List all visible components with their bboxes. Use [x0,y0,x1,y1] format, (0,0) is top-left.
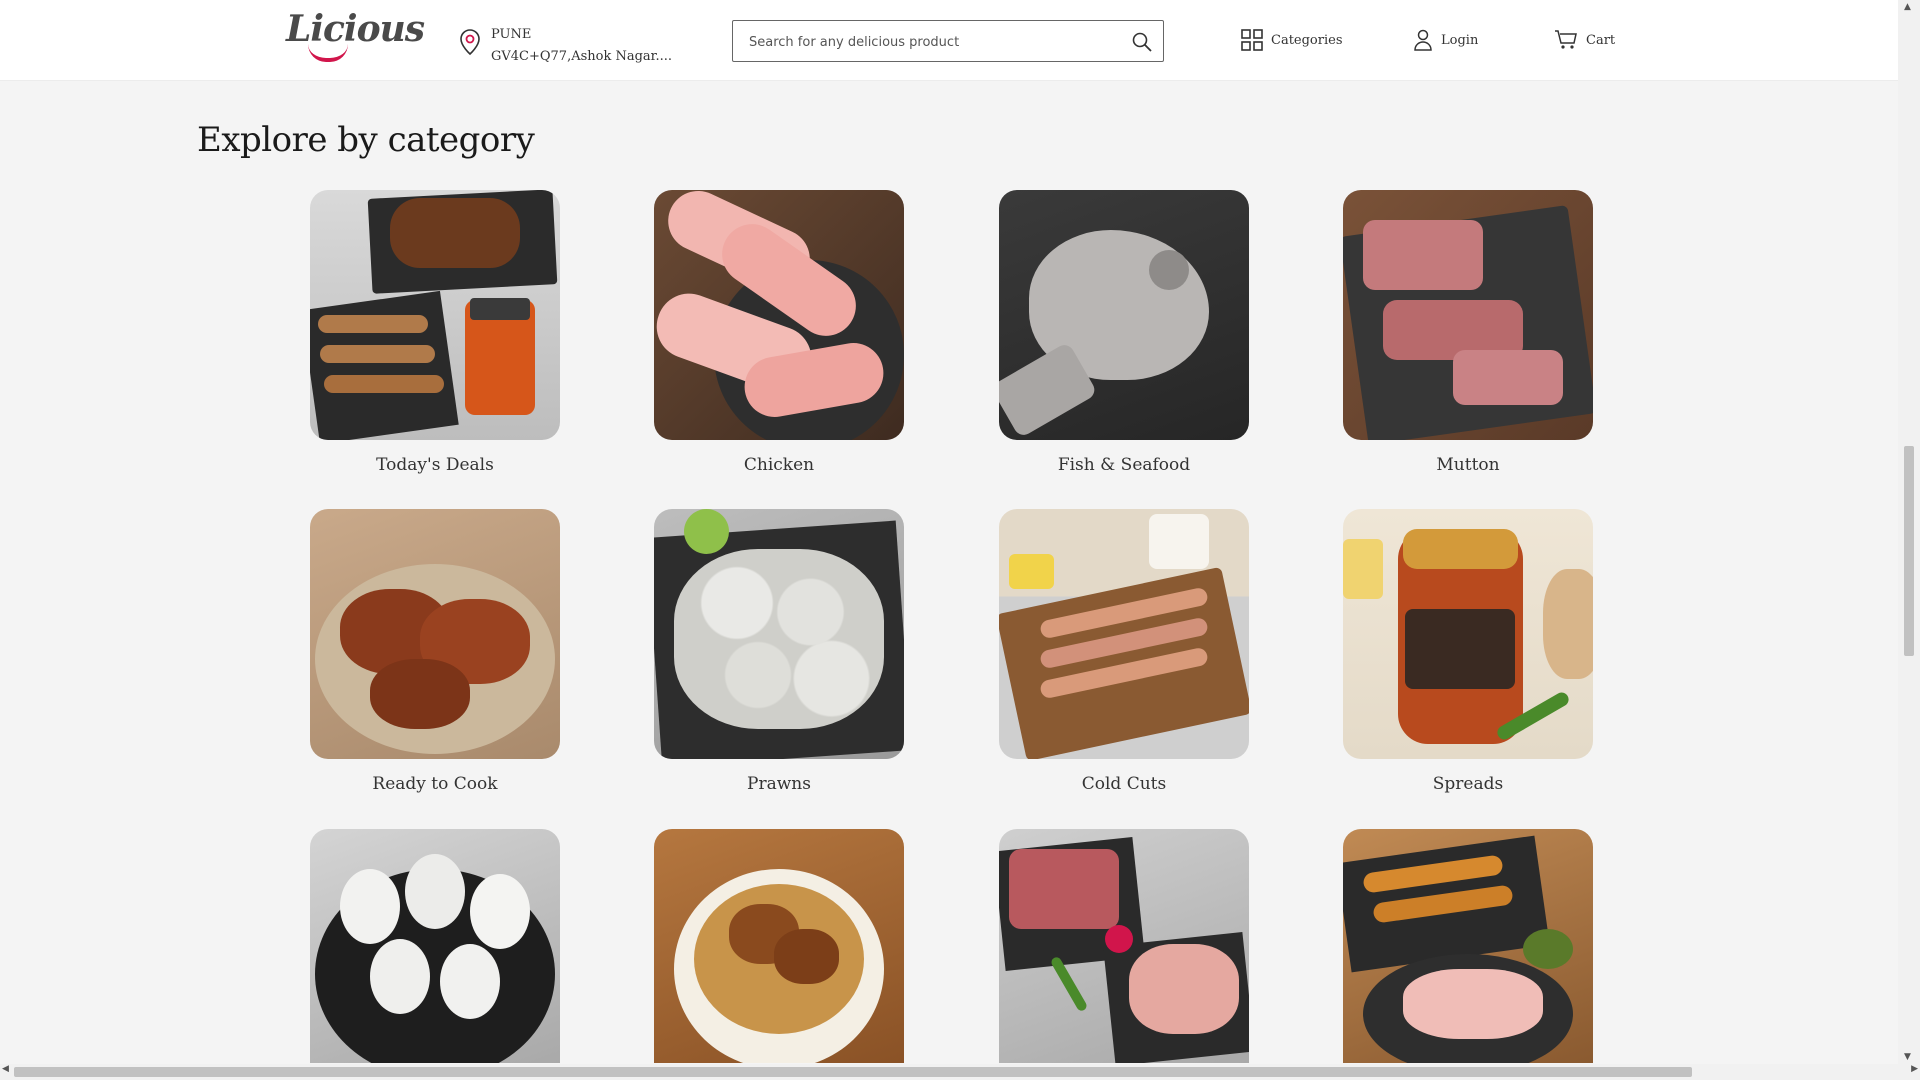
category-tile-eggs[interactable] [310,829,560,1063]
nav-categories-label: Categories [1271,32,1343,48]
scroll-left-arrow-icon[interactable]: ◀ [2,1064,9,1074]
logo-smile-icon [308,44,348,62]
category-tile-cold-cuts[interactable]: Cold Cuts [999,509,1249,794]
vertical-scroll-thumb[interactable] [1904,446,1914,656]
category-tile-combos[interactable] [999,829,1249,1063]
category-label: Fish & Seafood [1057,455,1191,475]
prawns-image [654,509,904,759]
category-tile-kebabs[interactable] [1343,829,1593,1063]
cart-icon [1555,30,1577,49]
category-label: Mutton [1436,455,1500,475]
ready-to-cook-image [310,509,560,759]
vertical-scrollbar[interactable]: ▲ ▼ [1898,0,1920,1064]
category-label: Cold Cuts [1081,774,1167,794]
search-input[interactable] [747,30,1111,54]
search-box [732,20,1164,62]
mutton-image [1343,190,1593,440]
category-tile-todays-deals[interactable]: Today's Deals [310,190,560,475]
category-label: Prawns [747,774,811,794]
location-city: PUNE [491,27,532,42]
spreads-image [1343,509,1593,759]
site-header: Licious PUNE GV4C+Q77,Ashok Nagar.... Ca… [0,0,1898,81]
scroll-down-arrow-icon[interactable]: ▼ [1904,1052,1911,1062]
category-tile-fish-seafood[interactable]: Fish & Seafood [999,190,1249,475]
todays-deals-image [310,190,560,440]
category-label: Spreads [1432,774,1504,794]
scroll-up-arrow-icon[interactable]: ▲ [1904,2,1911,12]
category-tile-spreads[interactable]: Spreads [1343,509,1593,794]
location-address: GV4C+Q77,Ashok Nagar.... [491,49,672,64]
biryani-image [654,829,904,1063]
category-tile-mutton[interactable]: Mutton [1343,190,1593,475]
category-label: Chicken [743,455,815,475]
nav-login[interactable]: Login [1413,28,1478,52]
nav-login-label: Login [1441,32,1479,48]
category-label: Today's Deals [376,455,494,475]
location-pin-icon [460,29,480,56]
category-tile-chicken[interactable]: Chicken [654,190,904,475]
nav-cart[interactable]: Cart [1554,28,1615,52]
category-label: Ready to Cook [372,774,498,794]
chicken-image [654,190,904,440]
category-tile-biryani[interactable] [654,829,904,1063]
user-icon [1414,29,1432,51]
search-icon[interactable] [1131,31,1153,53]
category-tile-prawns[interactable]: Prawns [654,509,904,794]
cold-cuts-image [999,509,1249,759]
horizontal-scrollbar[interactable]: ◀ ▶ [0,1064,1920,1080]
categories-grid-icon [1241,29,1263,51]
section-title: Explore by category [197,120,535,160]
nav-categories[interactable]: Categories [1241,28,1343,52]
kebabs-image [1343,829,1593,1063]
logo-text: Licious [286,8,425,50]
licious-logo[interactable]: Licious [286,8,425,62]
eggs-image [310,829,560,1063]
scroll-right-arrow-icon[interactable]: ▶ [1911,1064,1918,1074]
horizontal-scroll-thumb[interactable] [14,1067,1692,1077]
combos-image [999,829,1249,1063]
fish-seafood-image [999,190,1249,440]
category-tile-ready-to-cook[interactable]: Ready to Cook [310,509,560,794]
nav-cart-label: Cart [1586,32,1616,48]
